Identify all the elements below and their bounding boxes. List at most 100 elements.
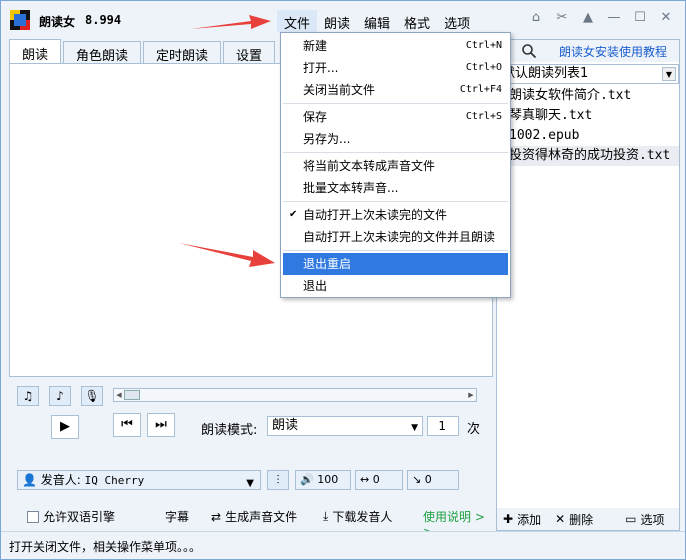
menu-item-label: 关闭当前文件	[303, 83, 376, 97]
menu-read[interactable]: 朗读	[317, 10, 357, 32]
bottom-actions: 允许双语引擎 字幕 ⇄生成声音文件 ⤓下载发音人 使用说明 > >	[17, 506, 497, 539]
pitch-icon: ↘	[412, 473, 422, 486]
menu-item-label: 将当前文本转成声音文件	[303, 159, 436, 173]
playlist-name: 默认朗读列表1	[502, 66, 589, 81]
mode-select[interactable]: 朗读 ▼	[267, 416, 423, 436]
add-button[interactable]: ✚ 添加	[503, 511, 541, 528]
red-arrow-annotation	[191, 15, 271, 29]
subtitle-label: 字幕	[165, 510, 190, 524]
menu-item-new[interactable]: 新建 Ctrl+N	[281, 35, 510, 57]
menu-item-open[interactable]: 打开... Ctrl+O	[281, 57, 510, 79]
menu-item-label: 批量文本转声音...	[303, 181, 399, 195]
download-voice-label: 下载发音人	[332, 510, 393, 524]
scroll-left-icon[interactable]: ◀	[114, 389, 124, 401]
previous-button[interactable]: ⏮	[113, 413, 141, 437]
play-button[interactable]: ▶	[51, 415, 79, 439]
tab-timed-read[interactable]: 定时朗读	[143, 41, 222, 64]
tab-settings[interactable]: 设置	[223, 41, 276, 64]
list-item[interactable]: 投资得林奇的成功投资.txt	[497, 146, 679, 166]
repeat-count-label: 次	[467, 422, 481, 437]
chevron-down-icon: ▼	[246, 478, 254, 489]
voice-value: IQ Cherry	[84, 474, 145, 487]
list-item[interactable]: 琴真聊天.txt	[497, 106, 679, 126]
maximize-icon[interactable]: ☐	[633, 11, 647, 25]
volume-field[interactable]: 🔊 100	[295, 470, 351, 490]
app-version: 8.994	[85, 13, 122, 27]
progress-slider[interactable]: ◀ ▶	[113, 388, 477, 402]
file-music-icon[interactable]: ♫	[17, 386, 39, 406]
options-button[interactable]: ▭ 选项	[625, 511, 664, 528]
playlist-select[interactable]: 默认朗读列表1 ▼	[497, 64, 679, 84]
menu-item-to-audio[interactable]: 将当前文本转成声音文件	[281, 155, 510, 177]
voice-select[interactable]: 👤 发音人: IQ Cherry ▼	[17, 470, 261, 490]
menu-item-auto-open-read[interactable]: 自动打开上次未读完的文件并且朗读	[281, 226, 510, 248]
slider-thumb[interactable]	[124, 390, 140, 400]
generate-audio-button[interactable]: ⇄ 生成声音文件	[211, 508, 297, 525]
menu-item-label: 退出	[303, 279, 328, 293]
menu-item-close-file[interactable]: 关闭当前文件 Ctrl+F4	[281, 79, 510, 101]
menu-edit[interactable]: 编辑	[357, 10, 397, 32]
menu-separator	[283, 152, 508, 153]
check-icon: ✔	[289, 209, 298, 220]
menu-item-label: 退出重启	[303, 257, 352, 271]
tab-read[interactable]: 朗读	[9, 39, 62, 63]
add-label: 添加	[517, 512, 542, 527]
microphone-icon[interactable]: 🎙	[81, 386, 103, 406]
list-item[interactable]: 1002.epub	[497, 126, 679, 146]
shirt-icon[interactable]: ▲	[581, 11, 595, 25]
chevron-down-icon: ▼	[411, 423, 418, 433]
home-icon[interactable]: ⌂	[529, 11, 543, 25]
shortcut: Ctrl+S	[465, 111, 502, 122]
menu-separator	[283, 103, 508, 104]
tab-role-read[interactable]: 角色朗读	[63, 41, 142, 64]
menu-item-restart[interactable]: 退出重启	[283, 253, 508, 275]
pitch-field[interactable]: ↘ 0	[407, 470, 459, 490]
window-buttons: ⌂ ✂ ▲ — ☐ ✕	[529, 11, 673, 25]
menu-item-save-as[interactable]: 另存为...	[281, 128, 510, 150]
menu-item-save[interactable]: 保存 Ctrl+S	[281, 106, 510, 128]
menu-item-label: 新建	[303, 39, 328, 53]
delete-button[interactable]: ✕ 删除	[555, 511, 593, 528]
menu-item-exit[interactable]: 退出	[281, 275, 510, 297]
download-voice-button[interactable]: ⤓ 下载发音人	[323, 508, 392, 525]
repeat-count-input[interactable]: 1	[427, 416, 459, 436]
subtitle-button[interactable]: 字幕	[165, 508, 189, 525]
menu-item-label: 打开...	[303, 61, 339, 75]
shortcut: Ctrl+F4	[459, 84, 502, 95]
shortcut: Ctrl+N	[465, 40, 502, 51]
bilingual-label: 允许双语引擎	[43, 510, 116, 524]
file-list: 朗读女软件简介.txt 琴真聊天.txt 1002.epub 投资得林奇的成功投…	[497, 86, 679, 166]
app-title: 朗读女	[39, 15, 76, 29]
volume-value: 100	[317, 473, 339, 486]
playlist-toolbar: 朗读女安装使用教程	[497, 40, 679, 62]
menu-format[interactable]: 格式	[397, 10, 437, 32]
menu-file[interactable]: 文件	[277, 10, 318, 32]
menu-options[interactable]: 选项	[437, 10, 477, 32]
close-icon[interactable]: ✕	[659, 11, 673, 25]
checkbox[interactable]	[27, 510, 39, 523]
music-note-icon[interactable]: ♪	[49, 386, 71, 406]
menu-item-label: 另存为...	[303, 132, 351, 146]
speed-value: 0	[372, 473, 380, 486]
list-item[interactable]: 朗读女软件简介.txt	[497, 86, 679, 106]
menu-item-batch-audio[interactable]: 批量文本转声音...	[281, 177, 510, 199]
person-icon: 👤	[22, 473, 37, 487]
help-link[interactable]: 朗读女安装使用教程	[559, 43, 667, 60]
scroll-right-icon[interactable]: ▶	[466, 389, 476, 401]
search-icon[interactable]	[521, 43, 537, 59]
delete-label: 删除	[569, 512, 594, 527]
menu-item-auto-open[interactable]: ✔ 自动打开上次未读完的文件	[281, 204, 510, 226]
next-button[interactable]: ⏭	[147, 413, 175, 437]
mode-label: 朗读模式:	[201, 423, 258, 438]
tools-icon[interactable]: ✂	[555, 11, 569, 25]
plus-icon: ✚	[503, 512, 514, 526]
minimize-icon[interactable]: —	[607, 11, 621, 25]
bilingual-checkbox[interactable]: 允许双语引擎	[27, 508, 115, 525]
download-icon: ⤓	[323, 509, 329, 523]
voice-settings-icon[interactable]: ⫶	[267, 470, 289, 490]
menu-item-label: 自动打开上次未读完的文件	[303, 208, 448, 222]
speed-field[interactable]: ↔ 0	[355, 470, 403, 490]
menu-item-label: 保存	[303, 110, 328, 124]
red-arrow-annotation	[179, 243, 275, 267]
pitch-value: 0	[424, 473, 432, 486]
